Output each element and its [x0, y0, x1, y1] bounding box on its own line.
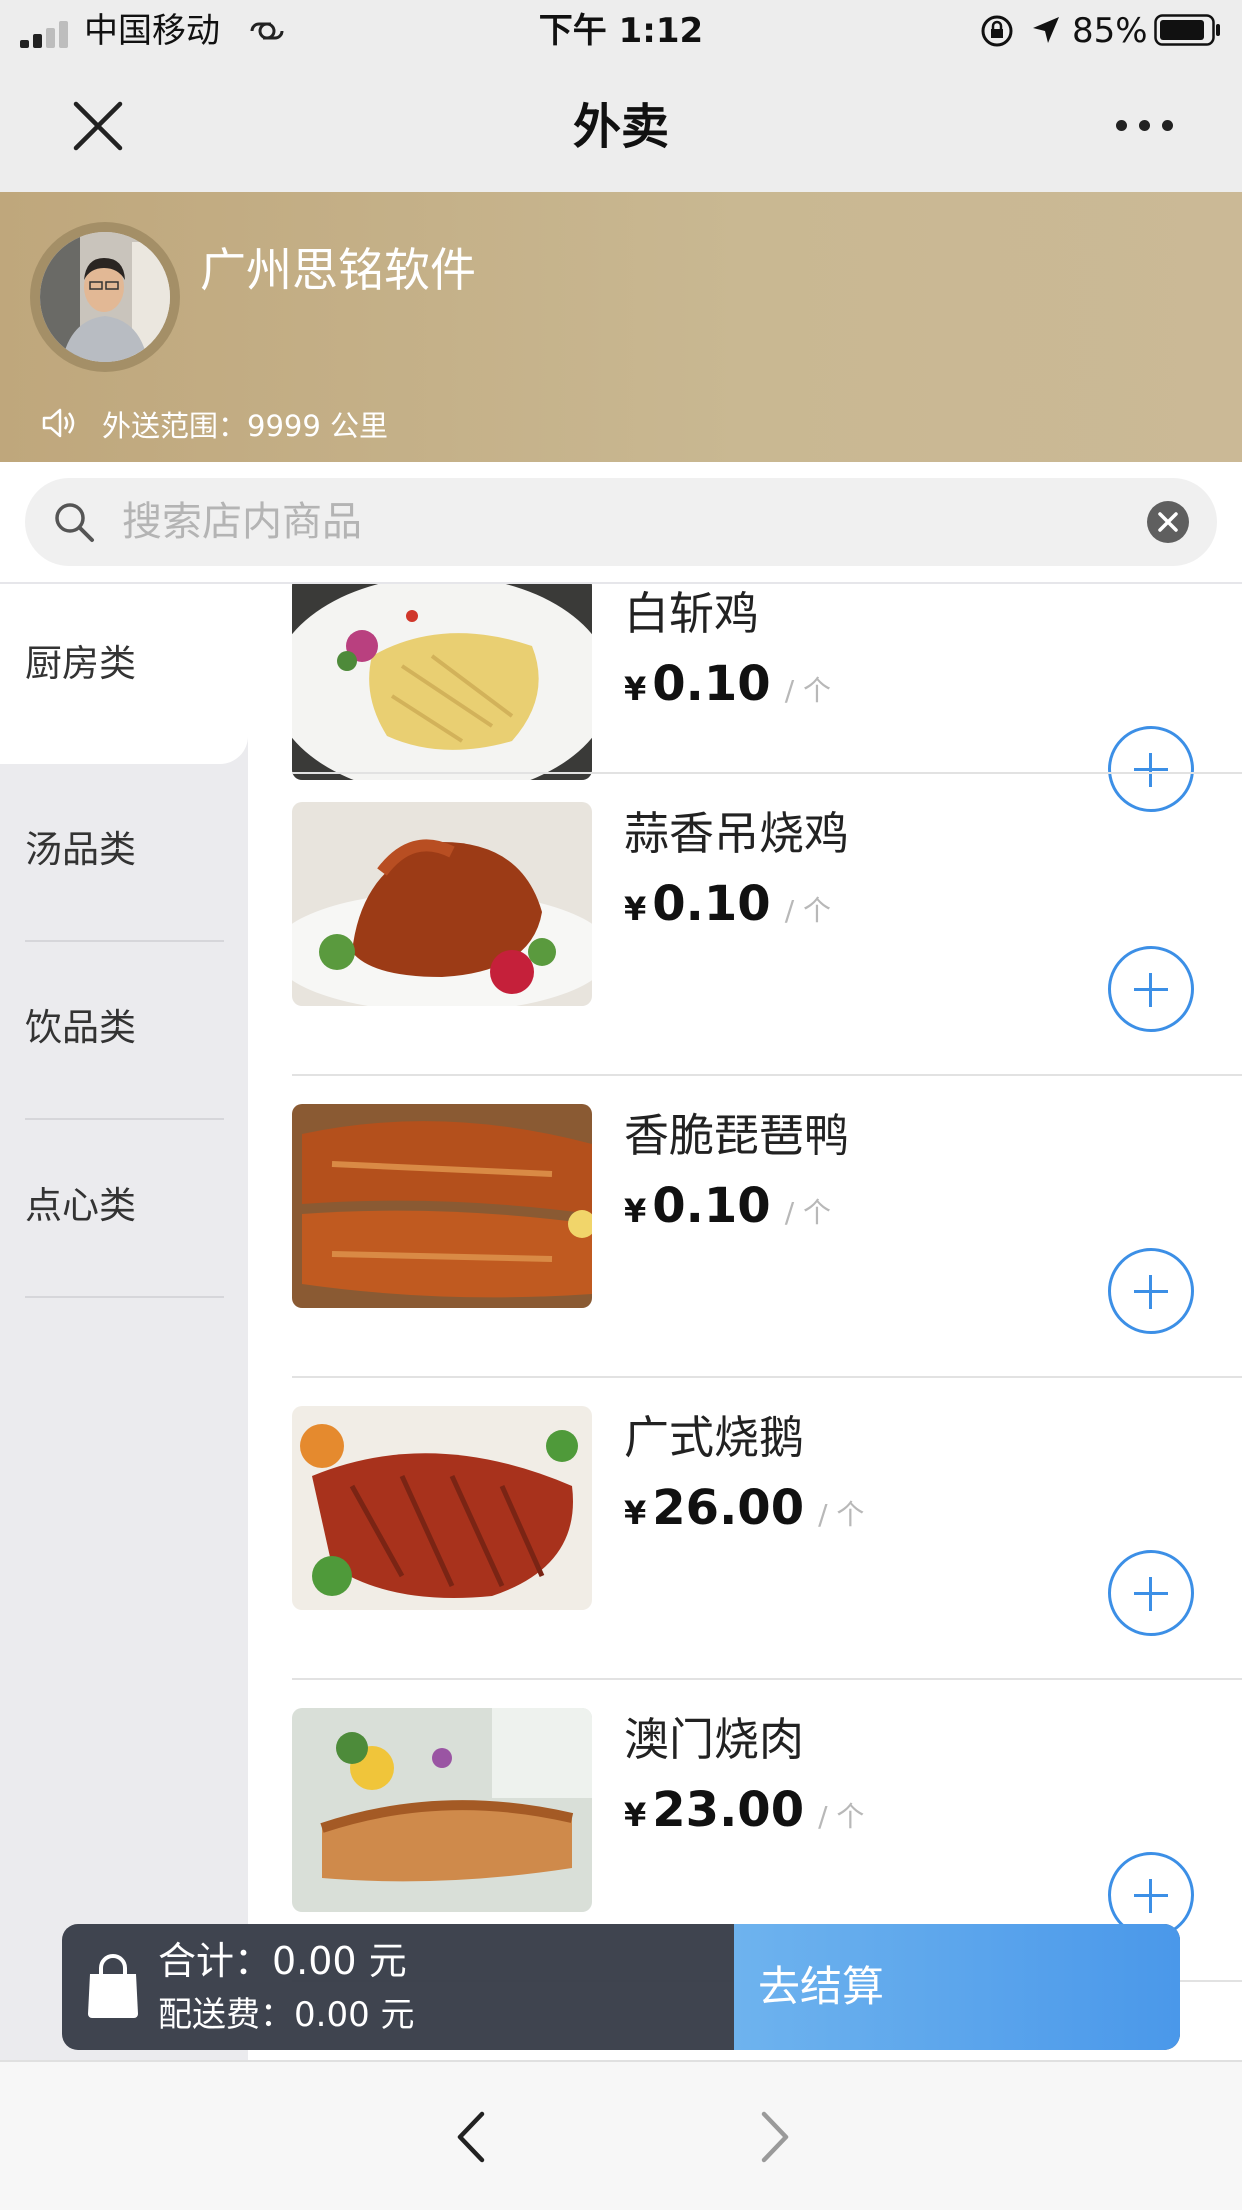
- product-name: 澳门烧肉: [624, 1713, 805, 1766]
- battery-percent: 85%: [1072, 11, 1148, 51]
- product-item: 白斩鸡 ¥0.10/ 个: [248, 584, 1242, 812]
- battery-icon: [1154, 14, 1220, 46]
- category-item[interactable]: 厨房类: [0, 584, 248, 764]
- category-item[interactable]: 汤品类: [0, 764, 248, 942]
- store-name: 广州思铭软件: [200, 243, 476, 297]
- search-input[interactable]: [122, 486, 1022, 558]
- product-price: ¥23.00/ 个: [624, 1782, 865, 1838]
- cart-total: 合计：0.00 元: [158, 1939, 407, 1983]
- product-photo[interactable]: [292, 1708, 592, 1912]
- speaker-icon: [42, 408, 75, 438]
- page-title: 外卖: [572, 99, 669, 155]
- product-name: 香脆琵琶鸭: [624, 1109, 850, 1162]
- product-name: 蒜香吊烧鸡: [624, 807, 850, 860]
- product-price: ¥0.10/ 个: [624, 1178, 832, 1234]
- browser-toolbar: [0, 2060, 1242, 2210]
- rotation-lock-icon: [981, 15, 1013, 47]
- more-icon[interactable]: [1114, 114, 1176, 136]
- store-avatar: [40, 232, 170, 362]
- forward-arrow-icon[interactable]: [752, 2108, 798, 2166]
- product-price: ¥0.10/ 个: [624, 656, 832, 712]
- back-arrow-icon[interactable]: [448, 2108, 494, 2166]
- category-label: 饮品类: [25, 1006, 136, 1049]
- divider: [25, 1296, 224, 1298]
- product-price: ¥26.00/ 个: [624, 1480, 865, 1536]
- product-list[interactable]: 白斩鸡 ¥0.10/ 个 蒜香吊烧鸡 ¥0.10/ 个 香脆琵琶鸭 ¥ 0.10…: [248, 584, 1242, 2060]
- category-label: 汤品类: [25, 828, 136, 871]
- location-arrow-icon: [1033, 17, 1059, 43]
- clear-icon[interactable]: [1146, 500, 1190, 544]
- delivery-range: 外送范围：9999 公里: [102, 409, 389, 443]
- checkout-button[interactable]: 去结算: [734, 1924, 1180, 2050]
- add-button[interactable]: [1108, 946, 1194, 1032]
- category-label: 点心类: [25, 1184, 136, 1227]
- shopping-bag-icon[interactable]: [84, 1950, 142, 2020]
- product-price: ¥0.10/ 个: [624, 876, 832, 932]
- add-button[interactable]: [1108, 1550, 1194, 1636]
- product-photo[interactable]: [292, 1104, 592, 1308]
- category-item[interactable]: 点心类: [0, 1120, 248, 1298]
- product-photo[interactable]: [292, 1406, 592, 1610]
- product-name: 广式烧鹅: [624, 1411, 805, 1464]
- add-button[interactable]: [1108, 1248, 1194, 1334]
- product-name: 白斩鸡: [624, 587, 760, 640]
- product-item: 香脆琵琶鸭 ¥0.10/ 个: [248, 1076, 1242, 1378]
- product-photo[interactable]: [292, 802, 592, 1006]
- product-item: 广式烧鹅 ¥26.00/ 个: [248, 1378, 1242, 1680]
- delivery-fee: 配送费：0.00 元: [158, 1995, 415, 2035]
- product-photo[interactable]: [292, 584, 592, 780]
- product-item: 蒜香吊烧鸡 ¥0.10/ 个: [248, 774, 1242, 1076]
- search-icon: [55, 503, 94, 542]
- category-item[interactable]: 饮品类: [0, 942, 248, 1120]
- category-label: 厨房类: [25, 642, 136, 685]
- category-sidebar: 厨房类 汤品类 饮品类 点心类: [0, 584, 248, 2060]
